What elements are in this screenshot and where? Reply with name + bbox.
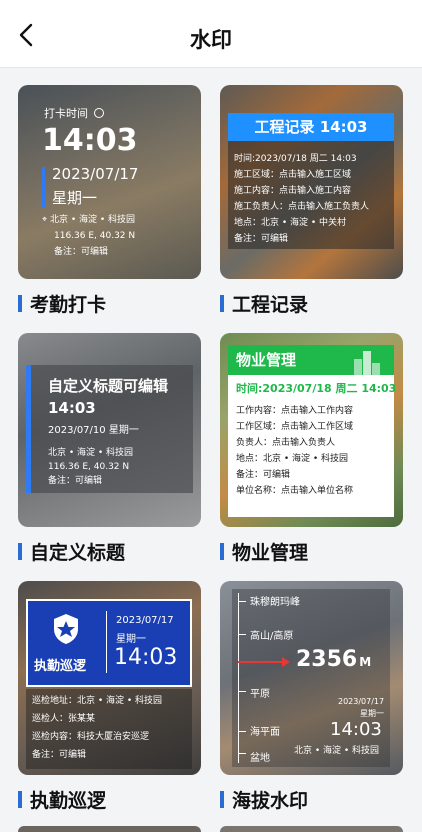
scale-label: 珠穆朗玛峰 [250, 597, 300, 608]
punch-time-label: 打卡时间 [44, 105, 104, 121]
detail-line: 施工负责人：点击输入施工负责人 [234, 202, 370, 212]
detail-line: 施工内容：点击输入施工内容 [234, 186, 352, 196]
label-accent [220, 543, 224, 560]
detail-line: 工作区域：点击输入工作区域 [236, 422, 354, 432]
badge-title: 执勤巡逻 [34, 659, 87, 674]
watermark-card-attendance[interactable]: 打卡时间 14:03 2023/07/17 星期一 ⌖ 北京 • 海淀 • 科技… [18, 85, 201, 279]
scale-tick [238, 601, 246, 602]
location-pin-icon: ⌖ [42, 215, 48, 225]
date-value: 2023/07/17 [338, 697, 385, 706]
custom-heading: 自定义标题可编辑 [48, 377, 169, 395]
date-value: 2023/07/17 [116, 615, 174, 626]
scale-tick [238, 753, 246, 754]
accent-bar [26, 365, 31, 493]
card-label-engineering[interactable]: 工程记录 [220, 290, 308, 317]
location-row: ⌖ 北京 • 海淀 • 科技园 [42, 215, 136, 225]
info-panel [232, 589, 390, 767]
altitude-marker-arrow-icon [282, 657, 290, 667]
altitude-value-row: 2356 M [296, 647, 372, 672]
scale-tick [238, 731, 246, 732]
label-accent [220, 791, 224, 808]
detail-line: 负责人：点击输入负责人 [236, 438, 336, 448]
scale-label: 平原 [250, 689, 270, 700]
watermark-card-property[interactable]: 物业管理 时间:2023/07/18 周二 14:03 工作内容：点击输入工作内… [220, 333, 403, 527]
time-value: 14:03 [114, 645, 178, 670]
note-value: 备注：可编辑 [54, 247, 109, 257]
card-label-custom-title[interactable]: 自定义标题 [18, 538, 125, 565]
building-icon [354, 349, 380, 375]
detail-line: 巡检内容：科技大厦治安巡逻 [32, 732, 150, 742]
note-value: 备注：可编辑 [48, 476, 103, 486]
detail-line: 备注：可编辑 [234, 234, 289, 244]
detail-line: 巡检人：张某某 [32, 714, 96, 724]
scale-label: 盆地 [250, 753, 270, 764]
scale-tick [238, 634, 246, 635]
label-accent [18, 295, 22, 312]
weekday-value: 星期一 [116, 634, 146, 645]
watermark-card-altitude[interactable]: 珠穆朗玛峰 高山/高原 平原 海平面 盆地 2356 M 2023/07/17 星… [220, 581, 403, 775]
accent-bar [42, 167, 45, 207]
label-accent [18, 543, 22, 560]
scale-label: 高山/高原 [250, 631, 294, 642]
weekday-value: 星期一 [360, 709, 384, 718]
detail-line: 工作内容：点击输入工作内容 [236, 406, 354, 416]
banner-title: 工程记录 14:03 [228, 113, 394, 141]
watermark-card-next-left[interactable] [18, 826, 201, 832]
watermark-card-custom-title[interactable]: 自定义标题可编辑 14:03 2023/07/10 星期一 北京 • 海淀 • … [18, 333, 201, 527]
date-line: 2023/07/10 星期一 [48, 425, 139, 436]
scale-label: 海平面 [250, 727, 280, 738]
weekday-value: 星期一 [52, 189, 98, 207]
detail-line: 施工区域：点击输入施工区域 [234, 170, 352, 180]
label-accent [220, 295, 224, 312]
detail-line: 单位名称：点击输入单位名称 [236, 486, 354, 496]
detail-line: 时间:2023/07/18 周二 14:03 [234, 154, 357, 164]
date-value: 2023/07/17 [52, 165, 139, 183]
watermark-card-patrol[interactable]: 执勤巡逻 2023/07/17 星期一 14:03 巡检地址：北京 • 海淀 •… [18, 581, 201, 775]
detail-line: 备注：可编辑 [236, 470, 291, 480]
detail-line: 地点：北京 • 海淀 • 中关村 [234, 218, 347, 228]
detail-line: 备注：可编辑 [32, 750, 87, 760]
scale-tick [238, 691, 246, 692]
location-value: 北京 • 海淀 • 科技园 [294, 746, 380, 756]
altitude-scale [238, 593, 239, 763]
watermark-card-engineering[interactable]: 工程记录 14:03 时间:2023/07/18 周二 14:03 施工区域：点… [220, 85, 403, 279]
card-label-attendance[interactable]: 考勤打卡 [18, 290, 106, 317]
time-value: 14:03 [48, 399, 96, 417]
divider [106, 611, 107, 673]
time-line: 时间:2023/07/18 周二 14:03 [236, 382, 397, 395]
shield-star-icon [54, 614, 78, 644]
altitude-marker-line [238, 661, 286, 663]
coords-value: 116.36 E, 40.32 N [54, 231, 136, 241]
card-label-property[interactable]: 物业管理 [220, 538, 308, 565]
detail-line: 巡检地址：北京 • 海淀 • 科技园 [32, 696, 163, 706]
app-header: 水印 [0, 0, 422, 68]
page-title: 水印 [190, 28, 232, 52]
label-accent [18, 791, 22, 808]
card-label-altitude[interactable]: 海拔水印 [220, 786, 308, 813]
detail-line: 地点：北京 • 海淀 • 科技园 [236, 454, 349, 464]
time-value: 14:03 [330, 719, 382, 740]
time-value: 14:03 [42, 123, 138, 158]
clock-icon [93, 108, 104, 118]
watermark-card-next-right[interactable] [220, 826, 403, 832]
card-label-patrol[interactable]: 执勤巡逻 [18, 786, 106, 813]
